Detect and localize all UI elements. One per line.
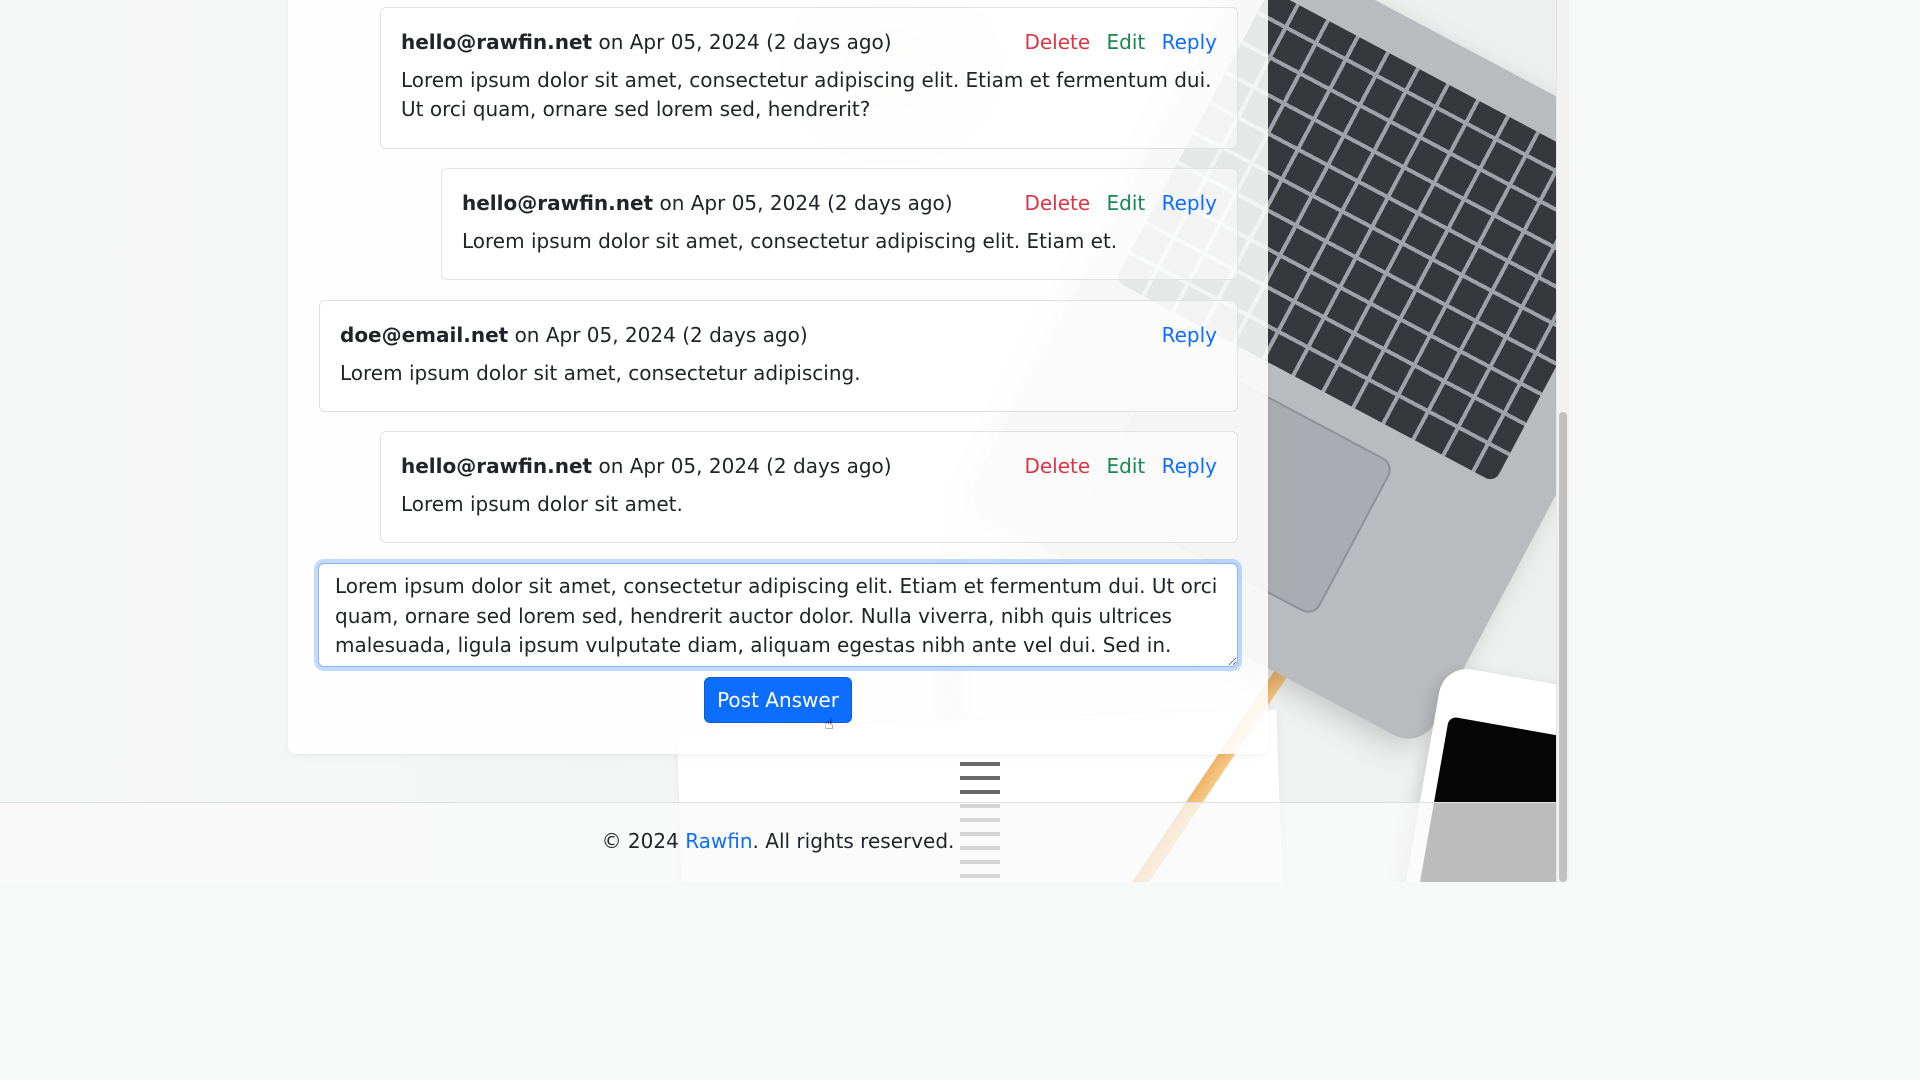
edit-link[interactable]: Edit (1107, 191, 1146, 215)
reply-link[interactable]: Reply (1162, 454, 1217, 478)
edit-link[interactable]: Edit (1107, 30, 1146, 54)
footer-text: © 2024 Rawfin. All rights reserved. (0, 829, 1556, 853)
delete-link[interactable]: Delete (1024, 454, 1090, 478)
comment-date: on Apr 05, 2024 (2 days ago) (598, 30, 892, 54)
comment-item: doe@email.net on Apr 05, 2024 (2 days ag… (319, 300, 1238, 412)
comment-date: on Apr 05, 2024 (2 days ago) (514, 323, 808, 347)
comment-author: hello@rawfin.net (462, 191, 654, 215)
comment-actions: Reply (1152, 323, 1217, 347)
comment-date: on Apr 05, 2024 (2 days ago) (659, 191, 953, 215)
comment-meta: hello@rawfin.net on Apr 05, 2024 (2 days… (401, 30, 892, 54)
reply-link[interactable]: Reply (1162, 30, 1217, 54)
delete-link[interactable]: Delete (1024, 30, 1090, 54)
page-scrollbar[interactable] (1556, 0, 1569, 882)
comment-body: Lorem ipsum dolor sit amet. (401, 492, 683, 516)
comment-actions: Delete Edit Reply (1014, 191, 1217, 215)
comment-actions: Delete Edit Reply (1014, 454, 1217, 478)
footer: © 2024 Rawfin. All rights reserved. (0, 802, 1556, 883)
comment-actions: Delete Edit Reply (1014, 30, 1217, 54)
hand-cursor-icon: ☝ (824, 714, 834, 733)
comment-meta: hello@rawfin.net on Apr 05, 2024 (2 days… (401, 454, 892, 478)
reply-link[interactable]: Reply (1162, 191, 1217, 215)
comment-item: hello@rawfin.net on Apr 05, 2024 (2 days… (380, 7, 1238, 149)
footer-brand-link[interactable]: Rawfin (685, 829, 752, 853)
comment-meta: doe@email.net on Apr 05, 2024 (2 days ag… (340, 323, 808, 347)
comment-author: hello@rawfin.net (401, 30, 593, 54)
delete-link[interactable]: Delete (1024, 191, 1090, 215)
comment-body: Lorem ipsum dolor sit amet, consectetur … (340, 361, 861, 385)
comment-author: hello@rawfin.net (401, 454, 593, 478)
comment-meta: hello@rawfin.net on Apr 05, 2024 (2 days… (462, 191, 953, 215)
comment-item: hello@rawfin.net on Apr 05, 2024 (2 days… (380, 431, 1238, 543)
comment-item: hello@rawfin.net on Apr 05, 2024 (2 days… (441, 168, 1238, 280)
edit-link[interactable]: Edit (1107, 454, 1146, 478)
scrollbar-thumb[interactable] (1559, 412, 1567, 882)
comment-date: on Apr 05, 2024 (2 days ago) (598, 454, 892, 478)
answer-textarea[interactable]: Lorem ipsum dolor sit amet, consectetur … (318, 563, 1238, 667)
footer-rights: . All rights reserved. (752, 829, 955, 853)
comment-body: Lorem ipsum dolor sit amet, consectetur … (462, 229, 1118, 253)
reply-link[interactable]: Reply (1162, 323, 1217, 347)
comment-author: doe@email.net (340, 323, 509, 347)
comment-body: Lorem ipsum dolor sit amet, consectetur … (401, 68, 1212, 121)
footer-copyright: © 2024 (601, 829, 686, 853)
